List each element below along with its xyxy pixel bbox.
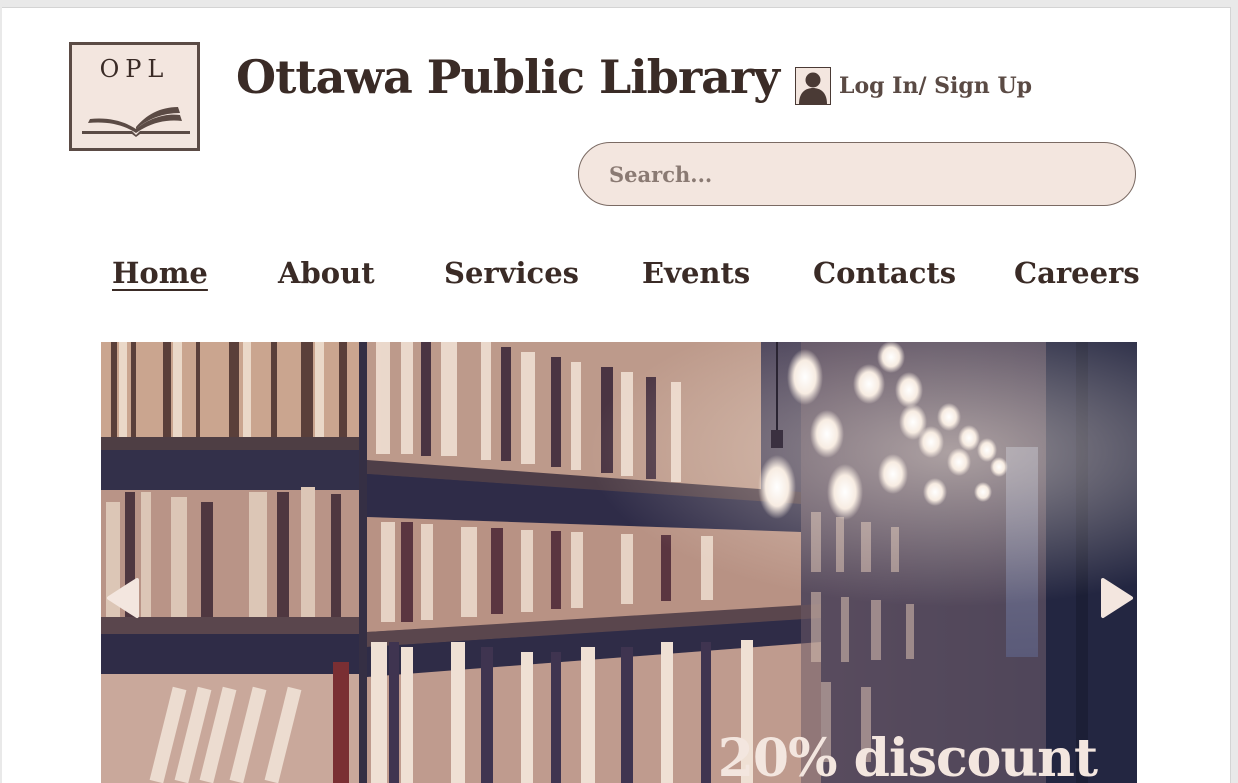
site-logo[interactable]: OPL — [69, 42, 200, 151]
nav-about[interactable]: About — [278, 256, 375, 290]
main-nav: Home About Services Events Contacts Care… — [2, 256, 1230, 296]
login-label: Log In/ Sign Up — [839, 73, 1033, 99]
hero-image — [101, 342, 1137, 783]
site-title: Ottawa Public Library — [236, 50, 780, 104]
carousel-prev-arrow-icon[interactable] — [103, 576, 141, 620]
page: OPL Ottawa Public Library Log In/ Sign U… — [2, 7, 1231, 783]
nav-careers[interactable]: Careers — [1014, 256, 1140, 290]
open-book-icon — [82, 107, 190, 137]
promo-text: 20% discount — [717, 728, 1098, 783]
nav-events[interactable]: Events — [642, 256, 750, 290]
hero-carousel: 20% discount — [101, 342, 1137, 783]
carousel-next-arrow-icon[interactable] — [1099, 576, 1137, 620]
search-input[interactable] — [578, 142, 1136, 206]
nav-services[interactable]: Services — [444, 256, 579, 290]
user-icon — [795, 67, 831, 105]
nav-home[interactable]: Home — [112, 256, 208, 290]
nav-contacts[interactable]: Contacts — [813, 256, 956, 290]
logo-text: OPL — [99, 55, 170, 83]
login-signup-link[interactable]: Log In/ Sign Up — [795, 65, 1032, 107]
